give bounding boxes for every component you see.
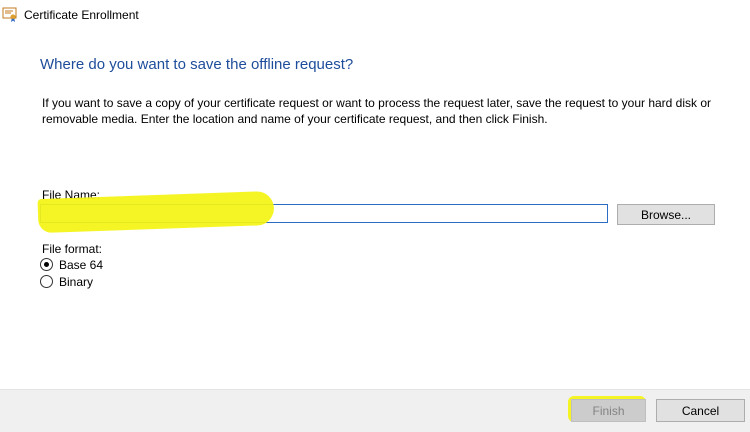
radio-button[interactable] [40, 275, 53, 288]
page-description: If you want to save a copy of your certi… [42, 96, 712, 126]
certificate-icon [2, 7, 17, 22]
radio-label: Binary [59, 275, 94, 289]
file-name-input[interactable] [40, 204, 608, 223]
page-heading: Where do you want to save the offline re… [40, 56, 354, 73]
finish-button[interactable]: Finish [571, 399, 646, 422]
radio-dot [44, 262, 49, 267]
cancel-button[interactable]: Cancel [656, 399, 745, 422]
radio-button-selected[interactable] [40, 258, 53, 271]
radio-label: Base 64 [59, 258, 104, 272]
file-name-label: File Name: [42, 188, 101, 202]
browse-button[interactable]: Browse... [617, 204, 715, 225]
file-format-label: File format: [42, 242, 103, 256]
window-title: Certificate Enrollment [24, 8, 139, 22]
title-bar: Certificate Enrollment [0, 0, 750, 30]
